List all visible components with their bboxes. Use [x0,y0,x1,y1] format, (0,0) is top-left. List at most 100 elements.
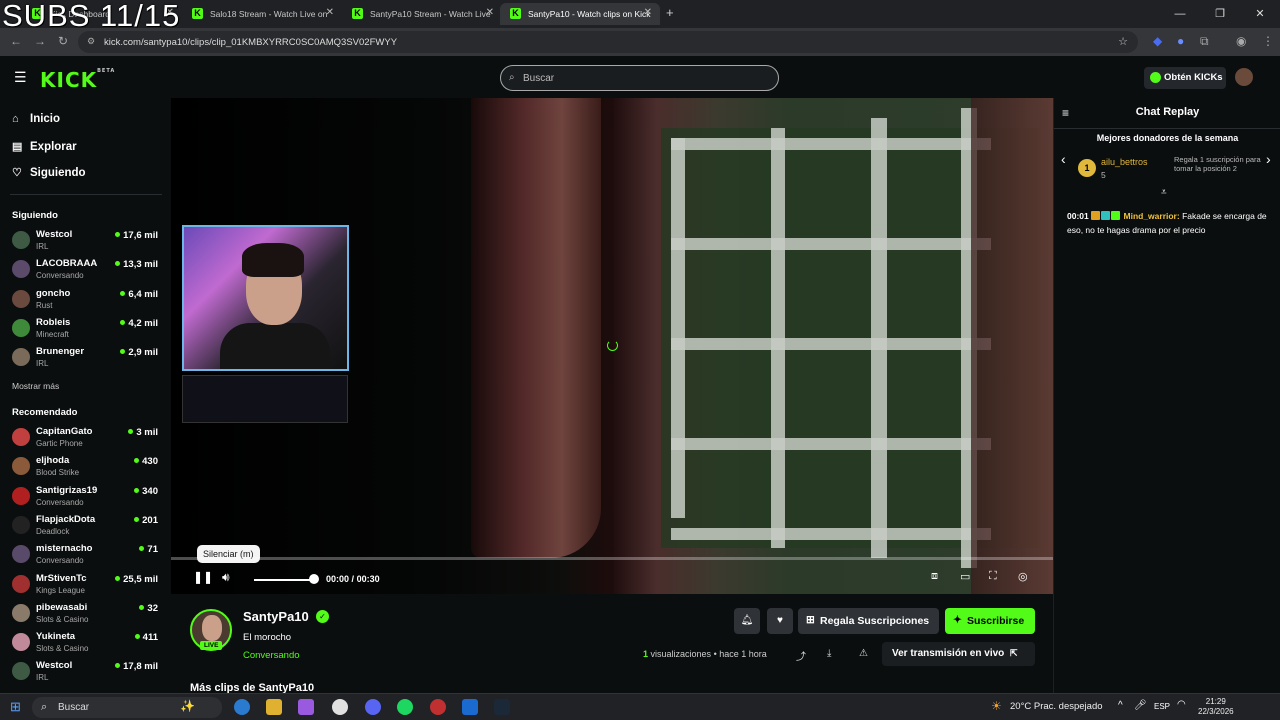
pause-icon[interactable]: ❚❚ [193,570,213,584]
watch-live-button[interactable]: Ver transmisión en vivo ⇱ [882,642,1035,666]
kick-logo[interactable]: KICKBETA [40,68,115,92]
volume-slider-handle[interactable] [309,574,319,584]
subscribe-button[interactable]: ✦ Suscribirse [945,608,1035,634]
follow-button[interactable]: ♥ [767,608,793,634]
new-tab-button[interactable]: + [666,5,674,20]
chat-message: 00:01 Mind_warrior: Fakade se encarga de… [1067,209,1272,237]
theater-mode-icon[interactable]: ▭ [960,570,970,583]
forward-icon[interactable]: → [34,34,46,48]
spotify-icon[interactable] [397,699,413,715]
download-icon[interactable]: ⤓ [827,648,831,659]
tab-salo18[interactable]: K Salo18 Stream - Watch Live on ✕ [182,3,342,25]
tab-santypa10-clips[interactable]: K SantyPa10 - Watch clips on Kick ✕ [500,3,660,25]
back-icon[interactable]: ← [10,34,22,48]
clip-category[interactable]: Conversando [243,650,300,661]
browser-tab-bar: K Kick Dashboard ✕ K Salo18 Stream - Wat… [0,0,1280,28]
channel-name: Brunenger [36,346,85,358]
microphone-icon[interactable]: 🎤︎ [1134,700,1147,711]
expand-donors-icon[interactable]: ⩡ [1161,187,1167,198]
channel-row[interactable]: Robleis Minecraft 4,2 mil [10,315,160,343]
time-separator: / [351,574,355,584]
sparkle-icon: ✦ [953,614,962,626]
video-player[interactable]: Silenciar (m) ❚❚ 🔊︎ 00:00 / 00:30 ⧈ ▭ ⛶ … [171,98,1053,594]
channel-name[interactable]: SantyPa10 [243,609,309,624]
settings-icon[interactable]: ◎ [1018,570,1028,583]
gift-badge-icon [1111,211,1121,220]
profile-icon[interactable]: ◉ [1236,34,1246,48]
close-tab-icon[interactable]: ✕ [486,7,494,18]
reload-icon[interactable]: ↻ [58,34,68,48]
notification-bell-button[interactable]: 🔔︎ [734,608,760,634]
close-tab-icon[interactable]: ✕ [644,7,652,18]
extensions-puzzle-icon[interactable]: ⧉ [1200,34,1209,49]
channel-info: LIVE SantyPa10 ✓ El morocho Conversando … [171,594,1053,694]
pip-icon[interactable]: ⧈ [931,570,938,583]
following-section-title: Siguiendo [12,210,58,221]
fullscreen-icon[interactable]: ⛶ [989,570,997,583]
top-donor-name[interactable]: ailu_bettros [1101,157,1148,167]
tray-chevron-icon[interactable]: ^ [1118,700,1123,711]
extension-icon[interactable]: ◆ [1153,34,1162,48]
app-icon[interactable] [298,699,314,715]
minimize-button[interactable]: — [1160,0,1200,28]
channel-row[interactable]: misternacho Conversando 71 [10,541,160,569]
gift-subs-button[interactable]: ⊞ Regala Suscripciones [798,608,939,634]
weather-text[interactable]: 20°C Prac. despejado [1010,701,1103,712]
chrome-icon[interactable] [332,699,348,715]
sidebar: ⌂ Inicio ▤ Explorar ♡ Siguiendo Siguiendo W… [0,98,170,693]
volume-slider[interactable] [254,579,314,581]
volume-icon[interactable]: 🔊︎ [222,570,230,585]
message-user[interactable]: Mind_warrior: [1124,211,1180,221]
channel-row[interactable]: Brunenger IRL 2,9 mil [10,344,160,372]
nav-inicio[interactable]: ⌂ Inicio [12,113,60,125]
badge-icon [1101,211,1111,220]
hamburger-menu-icon[interactable]: ☰ [14,69,27,86]
url-field[interactable]: ⚙ kick.com/santypa10/clips/clip_01KMBXYR… [78,31,1138,53]
chevron-right-icon[interactable]: › [1266,151,1271,167]
maximize-button[interactable]: ❐ [1200,0,1240,28]
progress-bar[interactable] [171,557,1053,560]
channel-row[interactable]: eljhoda Blood Strike 430 [10,453,160,481]
show-more-link[interactable]: Mostrar más [12,381,59,391]
windows-start-icon[interactable]: ⊞ [10,699,21,715]
nav-siguiendo[interactable]: ♡ Siguiendo [12,166,86,179]
search-input[interactable]: ⌕ Buscar [500,65,779,91]
channel-row[interactable]: pibewasabi Slots & Casino 32 [10,600,160,628]
extension-icon[interactable]: ● [1177,34,1184,48]
channel-avatar [12,603,30,622]
wifi-icon[interactable]: ◠ [1177,699,1186,710]
edge-icon[interactable] [234,699,250,715]
browser-menu-icon[interactable]: ⋮ [1262,34,1274,48]
clock[interactable]: 21:29 22/3/2026 [1198,697,1234,717]
channel-row[interactable]: Westcol IRL 17,8 mil [10,658,160,686]
channel-row[interactable]: FlapjackDota Deadlock 201 [10,512,160,540]
channel-row[interactable]: Westcol IRL 17,6 mil [10,227,160,255]
file-explorer-icon[interactable] [266,699,282,715]
bookmark-star-icon[interactable]: ☆ [1118,35,1128,48]
search-icon: ⌕ [509,72,515,83]
outlook-icon[interactable] [462,699,478,715]
close-window-button[interactable]: ✕ [1240,0,1280,28]
app-icon[interactable] [430,699,446,715]
channel-row[interactable]: goncho Rust 6,4 mil [10,286,160,314]
channel-avatar [12,486,30,505]
share-icon[interactable]: ⤴ [796,648,806,663]
channel-row[interactable]: MrStivenTc Kings League 25,5 mil [10,571,160,599]
steam-icon[interactable] [494,699,510,715]
channel-row[interactable]: LACOBRAAA Conversando 13,3 mil [10,256,160,284]
get-kicks-button[interactable]: Obtén KICKs [1144,67,1226,89]
discord-icon[interactable] [365,699,381,715]
nav-explorar[interactable]: ▤ Explorar [12,140,77,153]
channel-row[interactable]: CapitanGato Gartic Phone 3 mil [10,424,160,452]
language-indicator[interactable]: ESP [1154,702,1170,711]
chevron-left-icon[interactable]: ‹ [1061,151,1066,167]
taskbar-search[interactable]: ⌕ Buscar ✨ [32,697,222,718]
channel-avatar [12,260,30,279]
tab-santypa10-stream[interactable]: K SantyPa10 Stream - Watch Live ✕ [342,3,502,25]
channel-row[interactable]: Santigrizas19 Conversando 340 [10,483,160,511]
report-icon[interactable]: ⚠ [859,648,868,659]
close-tab-icon[interactable]: ✕ [326,7,334,18]
channel-row[interactable]: Yukineta Slots & Casino 411 [10,629,160,657]
site-info-icon[interactable]: ⚙ [87,36,95,47]
user-avatar[interactable] [1235,68,1253,86]
